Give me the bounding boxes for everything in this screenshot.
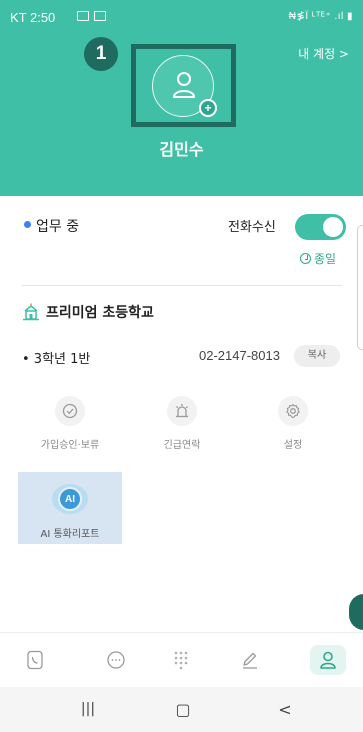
bottom-nav (0, 632, 363, 687)
nav-profile-button[interactable] (310, 645, 346, 675)
system-nav: ||| ▢ < (0, 687, 363, 732)
school-name: 프리미엄 초등학교 (46, 305, 154, 321)
class-phone: 02-2147-8013 (199, 348, 280, 363)
phone-icon (27, 650, 43, 670)
gear-icon (286, 403, 300, 419)
divider (22, 285, 342, 286)
ai-report-menu-item[interactable]: AI AI 통화리포트 (18, 472, 122, 544)
settings-label: 설정 (283, 440, 303, 451)
call-receive-label: 전화수신 (228, 220, 276, 235)
edit-icon (243, 652, 257, 669)
ai-icon-text: AI (58, 487, 82, 511)
step-badge: 1 (84, 37, 118, 71)
approval-icon-wrap (55, 396, 85, 426)
keypad-icon (174, 651, 188, 670)
settings-menu-item[interactable]: 설정 (241, 392, 345, 472)
school-icon (23, 303, 39, 321)
ai-report-label: AI 통화리포트 (40, 529, 100, 540)
profile-header: KT 2:50 ₦≸Ϊ ᴸᵀᴱ⁺ .ıl ▮ 1 내 계정 > + 김민수 (0, 0, 363, 196)
work-status-row: 업무 중 전화수신 (0, 206, 363, 246)
nav-keypad-button[interactable] (163, 645, 199, 675)
approval-menu-item[interactable]: 가입승인·보류 (18, 392, 122, 472)
nav-chat-button[interactable] (98, 645, 134, 675)
user-name: 김민수 (159, 140, 204, 159)
class-name: • 3학년 1반 (22, 352, 91, 367)
side-drawer-handle[interactable] (357, 225, 363, 350)
status-time: KT 2:50 (10, 10, 56, 25)
toggle-knob (323, 217, 343, 237)
screenshot-icon (94, 11, 106, 21)
status-dot-icon (24, 221, 31, 228)
emergency-icon-wrap (167, 396, 197, 426)
class-row: • 3학년 1반 02-2147-8013 복사 (22, 345, 347, 369)
end-work-label: 종일 (314, 252, 337, 266)
check-circle-icon (62, 403, 78, 419)
nav-edit-button[interactable] (232, 645, 268, 675)
nav-phone-button[interactable] (17, 645, 53, 675)
home-button[interactable]: ▢ (168, 697, 198, 721)
settings-icon-wrap (278, 396, 308, 426)
back-button[interactable]: < (270, 697, 300, 721)
emergency-menu-item[interactable]: 긴급연락 (130, 392, 234, 472)
clock-icon (300, 253, 311, 264)
profile-icon (320, 651, 336, 669)
plus-icon: + (201, 101, 215, 115)
ai-report-icon: AI (52, 484, 88, 514)
siren-icon (176, 404, 188, 418)
copy-button[interactable]: 복사 (294, 345, 340, 367)
person-icon (173, 72, 195, 98)
status-bar: KT 2:50 ₦≸Ϊ ᴸᵀᴱ⁺ .ıl ▮ (0, 0, 363, 30)
my-account-link[interactable]: 내 계정 > (298, 45, 349, 62)
screen: KT 2:50 ₦≸Ϊ ᴸᵀᴱ⁺ .ıl ▮ 1 내 계정 > + 김민수 업무… (0, 0, 363, 732)
add-photo-button[interactable]: + (199, 99, 217, 117)
signal-icons: ₦≸Ϊ ᴸᵀᴱ⁺ .ıl ▮ (288, 11, 353, 22)
notification-icons (77, 11, 106, 21)
gallery-icon (77, 11, 89, 21)
end-work-button[interactable]: 종일 (300, 250, 336, 267)
chat-icon (107, 651, 125, 669)
school-title: 프리미엄 초등학교 (22, 302, 154, 322)
floating-action-button[interactable] (349, 594, 363, 630)
emergency-label: 긴급연락 (163, 440, 201, 451)
approval-label: 가입승인·보류 (40, 440, 100, 451)
work-status-label: 업무 중 (36, 219, 80, 235)
recent-apps-button[interactable]: ||| (73, 697, 103, 721)
call-receive-toggle[interactable] (295, 214, 346, 240)
